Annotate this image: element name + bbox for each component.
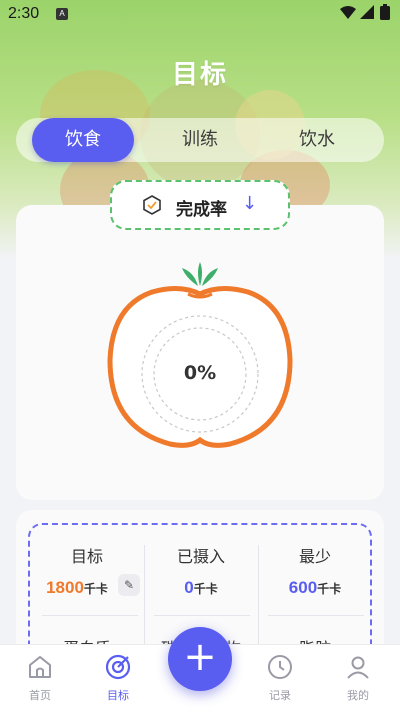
stat-unit: 千卡 xyxy=(317,582,342,596)
completion-percent: 0% xyxy=(183,362,217,384)
stat-number: 600 xyxy=(288,578,318,597)
category-tabs: 饮食 训练 饮水 xyxy=(16,118,384,162)
stat-unit: 千卡 xyxy=(83,582,108,596)
stat-label: 目标 xyxy=(70,547,103,566)
wifi-icon xyxy=(340,6,356,19)
notification-badge-icon: A xyxy=(56,8,68,20)
stat-value: 0千卡 xyxy=(144,578,258,598)
tab-training[interactable]: 训练 xyxy=(149,118,251,162)
status-time: 2:30 xyxy=(8,5,40,22)
stat-label: 已摄入 xyxy=(176,547,225,566)
clock-icon xyxy=(268,655,292,679)
stat-value: 600千卡 xyxy=(258,578,372,598)
hexagon-check-icon xyxy=(143,195,161,215)
nav-label: 目标 xyxy=(107,689,129,702)
stat-label: 最少 xyxy=(298,547,331,566)
stat-number: 0 xyxy=(184,578,194,597)
tab-diet[interactable]: 饮食 xyxy=(32,118,134,162)
stat-number: 1800 xyxy=(46,578,84,597)
leaf-icon xyxy=(182,262,218,286)
arrow-down-icon: ↓ xyxy=(242,193,258,214)
nav-label: 我的 xyxy=(347,689,369,702)
page-title: 目标 xyxy=(171,60,228,90)
nav-label: 记录 xyxy=(269,689,291,702)
nav-profile[interactable]: 我的 xyxy=(328,653,388,703)
signal-icon xyxy=(360,5,374,19)
tomato-progress-ring xyxy=(107,262,293,448)
target-icon xyxy=(105,654,131,680)
completion-rate-label: 完成率 xyxy=(176,200,227,220)
nav-label: 首页 xyxy=(29,689,51,702)
add-button[interactable]: + xyxy=(168,627,232,691)
edit-icon[interactable]: ✎ xyxy=(118,574,140,596)
battery-icon xyxy=(380,4,390,20)
nav-records[interactable]: 记录 xyxy=(250,653,310,703)
completion-rate-toggle[interactable]: 完成率 ↓ xyxy=(110,180,290,230)
status-bar: 2:30 A xyxy=(0,0,400,28)
stat-unit: 千卡 xyxy=(193,582,218,596)
stat-value: 1800千卡 xyxy=(20,578,134,598)
user-icon xyxy=(347,656,369,679)
nav-home[interactable]: 首页 xyxy=(10,653,70,703)
tab-water[interactable]: 饮水 xyxy=(266,118,368,162)
nav-target[interactable]: 目标 xyxy=(88,653,148,703)
home-icon xyxy=(29,656,51,678)
